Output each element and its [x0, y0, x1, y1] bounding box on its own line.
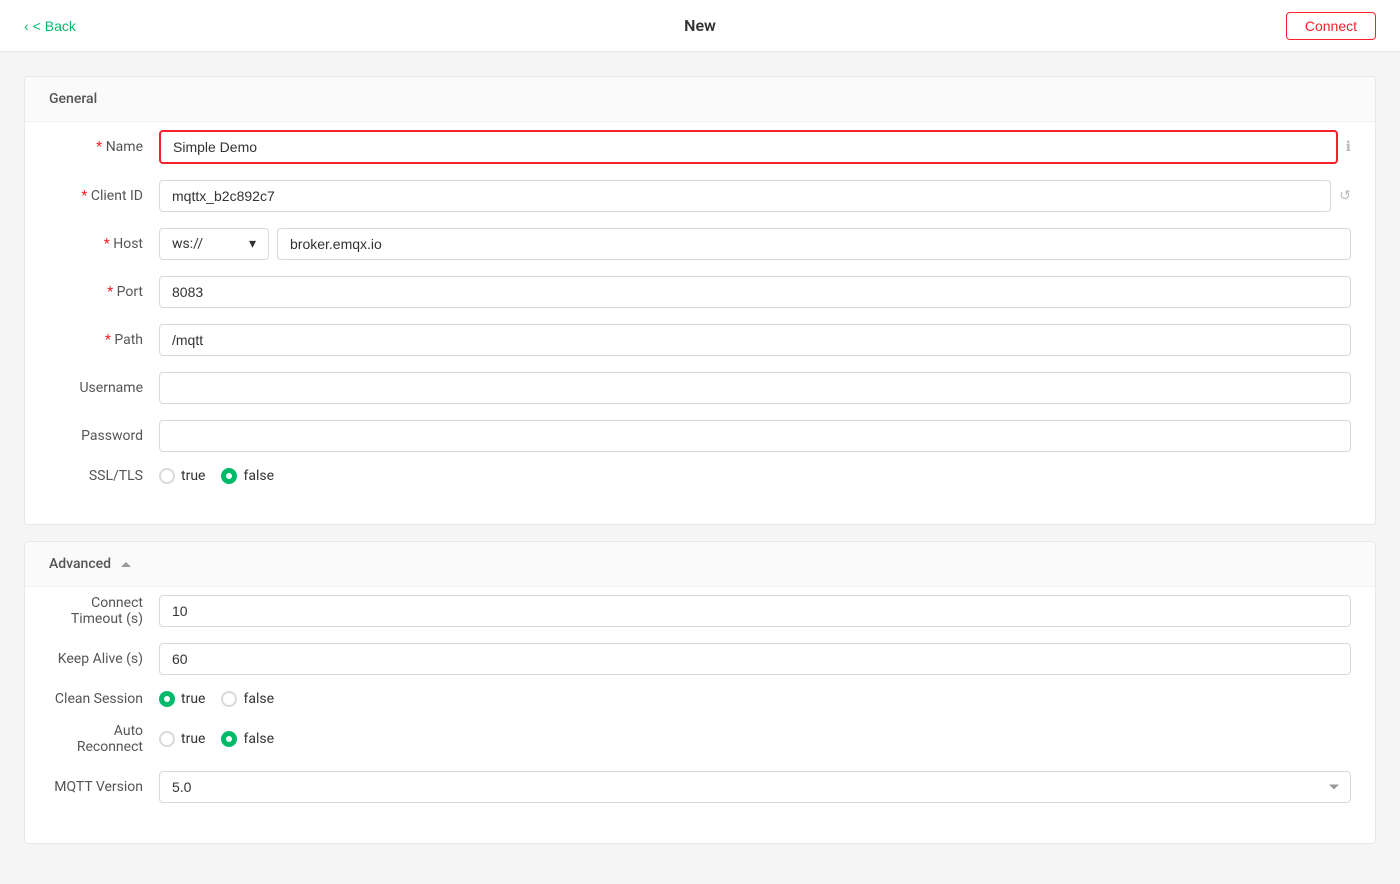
clean-session-false-label: false — [243, 691, 274, 707]
auto-reconnect-label: Auto Reconnect — [49, 723, 159, 755]
name-row: Name ℹ — [49, 130, 1351, 164]
clean-session-radio-group: true false — [159, 691, 274, 707]
connect-timeout-label: Connect Timeout (s) — [49, 595, 159, 627]
protocol-value: ws:// — [172, 236, 203, 252]
auto-reconnect-false-label: false — [243, 731, 274, 747]
clean-session-label: Clean Session — [49, 691, 159, 707]
connect-timeout-control — [159, 595, 1351, 627]
keep-alive-control — [159, 643, 1351, 675]
mqtt-version-control: 3.1 3.1.1 5.0 — [159, 771, 1351, 803]
host-row: Host ws:// ▾ — [49, 228, 1351, 260]
auto-reconnect-control: true false — [159, 731, 1351, 747]
auto-reconnect-true-radio[interactable] — [159, 731, 175, 747]
ssl-tls-true-label: true — [181, 468, 205, 484]
name-control: ℹ — [159, 130, 1351, 164]
ssl-tls-control: true false — [159, 468, 1351, 484]
port-label: Port — [49, 284, 159, 300]
header: ‹ < Back New Connect — [0, 0, 1400, 52]
back-arrow-icon: ‹ — [24, 18, 29, 34]
general-title: General — [49, 91, 97, 107]
keep-alive-row: Keep Alive (s) — [49, 643, 1351, 675]
password-label: Password — [49, 428, 159, 444]
username-input[interactable] — [159, 372, 1351, 404]
path-control — [159, 324, 1351, 356]
host-row-inner: ws:// ▾ — [159, 228, 1351, 260]
back-label: < Back — [33, 18, 76, 34]
advanced-chevron-up-icon — [121, 562, 131, 567]
connect-timeout-input[interactable] — [159, 595, 1351, 627]
general-section-header: General — [25, 77, 1375, 122]
connect-button[interactable]: Connect — [1286, 12, 1376, 40]
port-row: Port — [49, 276, 1351, 308]
ssl-tls-row: SSL/TLS true false — [49, 468, 1351, 484]
advanced-section: Advanced Connect Timeout (s) Keep Alive … — [24, 541, 1376, 844]
mqtt-version-label: MQTT Version — [49, 779, 159, 795]
advanced-section-body: Connect Timeout (s) Keep Alive (s) Clean… — [25, 587, 1375, 843]
username-control — [159, 372, 1351, 404]
keep-alive-input[interactable] — [159, 643, 1351, 675]
advanced-section-header[interactable]: Advanced — [25, 542, 1375, 587]
clean-session-true-radio[interactable] — [159, 691, 175, 707]
keep-alive-label: Keep Alive (s) — [49, 651, 159, 667]
ssl-tls-false-option[interactable]: false — [221, 468, 274, 484]
ssl-tls-radio-group: true false — [159, 468, 274, 484]
auto-reconnect-false-option[interactable]: false — [221, 731, 274, 747]
client-id-control: ↺ — [159, 180, 1351, 212]
protocol-chevron-icon: ▾ — [249, 236, 256, 252]
host-label: Host — [49, 236, 159, 252]
password-input[interactable] — [159, 420, 1351, 452]
main-content: General Name ℹ Client ID ↺ — [0, 52, 1400, 884]
auto-reconnect-radio-group: true false — [159, 731, 274, 747]
general-section-body: Name ℹ Client ID ↺ Host — [25, 122, 1375, 524]
ssl-tls-false-radio[interactable] — [221, 468, 237, 484]
name-input-wrapper: ℹ — [159, 130, 1351, 164]
clean-session-false-radio[interactable] — [221, 691, 237, 707]
client-id-label: Client ID — [49, 188, 159, 204]
clean-session-row: Clean Session true false — [49, 691, 1351, 707]
auto-reconnect-false-radio[interactable] — [221, 731, 237, 747]
mqtt-version-select[interactable]: 3.1 3.1.1 5.0 — [159, 771, 1351, 803]
clean-session-control: true false — [159, 691, 1351, 707]
port-input[interactable] — [159, 276, 1351, 308]
clean-session-true-option[interactable]: true — [159, 691, 205, 707]
username-row: Username — [49, 372, 1351, 404]
mqtt-version-select-wrapper: 3.1 3.1.1 5.0 — [159, 771, 1351, 803]
clean-session-false-option[interactable]: false — [221, 691, 274, 707]
username-label: Username — [49, 380, 159, 396]
page-title: New — [684, 16, 716, 35]
name-input[interactable] — [159, 130, 1338, 164]
port-control — [159, 276, 1351, 308]
client-id-input[interactable] — [159, 180, 1331, 212]
clean-session-true-label: true — [181, 691, 205, 707]
ssl-tls-label: SSL/TLS — [49, 468, 159, 484]
host-control: ws:// ▾ — [159, 228, 1351, 260]
general-section: General Name ℹ Client ID ↺ — [24, 76, 1376, 525]
ssl-tls-true-radio[interactable] — [159, 468, 175, 484]
ssl-tls-false-label: false — [243, 468, 274, 484]
auto-reconnect-true-label: true — [181, 731, 205, 747]
ssl-tls-true-option[interactable]: true — [159, 468, 205, 484]
refresh-icon[interactable]: ↺ — [1339, 188, 1351, 204]
path-row: Path — [49, 324, 1351, 356]
password-control — [159, 420, 1351, 452]
password-row: Password — [49, 420, 1351, 452]
auto-reconnect-row: Auto Reconnect true false — [49, 723, 1351, 755]
back-button[interactable]: ‹ < Back — [24, 18, 76, 34]
info-icon: ℹ — [1346, 139, 1351, 155]
auto-reconnect-true-option[interactable]: true — [159, 731, 205, 747]
path-input[interactable] — [159, 324, 1351, 356]
protocol-select[interactable]: ws:// ▾ — [159, 228, 269, 260]
connect-timeout-row: Connect Timeout (s) — [49, 595, 1351, 627]
hostname-input[interactable] — [277, 228, 1351, 260]
name-label: Name — [49, 139, 159, 155]
advanced-title: Advanced — [49, 556, 111, 572]
client-id-row: Client ID ↺ — [49, 180, 1351, 212]
mqtt-version-row: MQTT Version 3.1 3.1.1 5.0 — [49, 771, 1351, 803]
path-label: Path — [49, 332, 159, 348]
